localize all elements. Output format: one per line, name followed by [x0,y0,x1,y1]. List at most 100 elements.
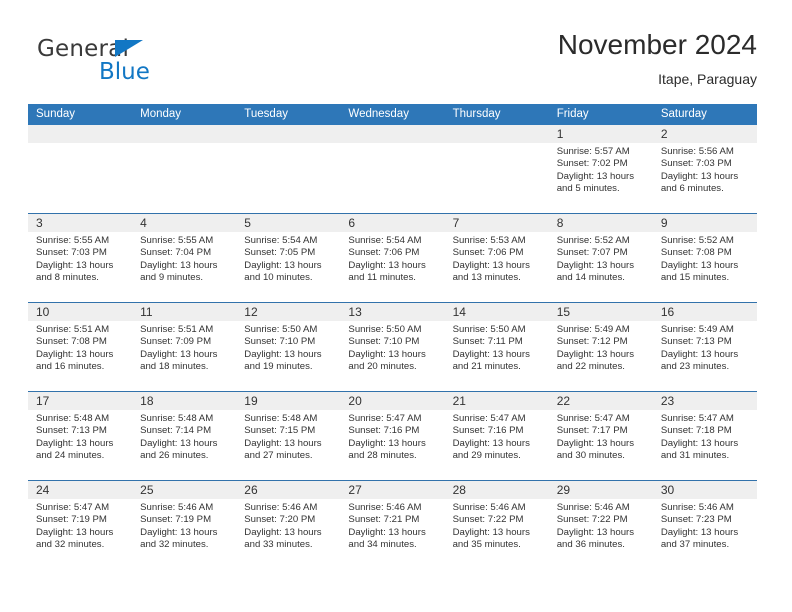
daylight-text: Daylight: 13 hours and 10 minutes. [244,259,322,284]
day-number: 20 [348,394,362,408]
day-number: 11 [140,305,153,319]
daylight-text: Daylight: 13 hours and 29 minutes. [452,437,530,462]
calendar-day-cell[interactable]: 14 Sunrise: 5:50 AM Sunset: 7:11 PM Dayligh… [444,303,549,391]
sunrise-text: Sunrise: 5:48 AM [244,413,318,424]
calendar-day-cell-empty [132,125,237,213]
calendar-day-cell[interactable]: 25 Sunrise: 5:46 AM Sunset: 7:19 PM Dayligh… [132,481,237,569]
calendar-day-cell-empty [340,125,445,213]
calendar-day-cell[interactable]: 17 Sunrise: 5:48 AM Sunset: 7:13 PM Dayligh… [28,392,133,480]
calendar-day-cell[interactable]: 4 Sunrise: 5:55 AM Sunset: 7:04 PM Daylight… [132,214,237,302]
day-number-band: 19 [236,392,341,410]
page-subtitle: Itape, Paraguay [658,71,757,87]
day-sun-info: Sunrise: 5:50 AM Sunset: 7:10 PM Daylight:… [340,321,444,374]
calendar-day-cell[interactable]: 22 Sunrise: 5:47 AM Sunset: 7:17 PM Dayligh… [548,392,653,480]
day-number-band: 24 [28,481,133,499]
daylight-text: Daylight: 13 hours and 18 minutes. [140,348,218,373]
sunrise-text: Sunrise: 5:50 AM [348,324,422,335]
day-number: 24 [36,483,50,497]
weekday-header-friday: Friday [556,108,589,120]
sunrise-text: Sunrise: 5:52 AM [660,235,734,246]
calendar-day-cell[interactable]: 18 Sunrise: 5:48 AM Sunset: 7:14 PM Dayligh… [132,392,237,480]
day-number-band: 2 [652,125,757,143]
sunset-text: Sunset: 7:13 PM [36,425,107,437]
daylight-text: Daylight: 13 hours and 15 minutes. [660,259,739,284]
day-sun-info: Sunrise: 5:57 AM Sunset: 7:02 PM Daylight:… [549,143,653,196]
calendar-day-cell[interactable]: 10 Sunrise: 5:51 AM Sunset: 7:08 PM Dayligh… [28,303,133,391]
calendar-day-cell[interactable]: 30 Sunrise: 5:46 AM Sunset: 7:23 PM Dayligh… [652,481,757,569]
calendar-day-cell[interactable]: 16 Sunrise: 5:49 AM Sunset: 7:13 PM Dayligh… [652,303,757,391]
daylight-text: Daylight: 13 hours and 28 minutes. [348,437,426,462]
day-number-band: 15 [548,303,653,321]
sunrise-text: Sunrise: 5:46 AM [452,502,526,513]
calendar-day-cell[interactable]: 24 Sunrise: 5:47 AM Sunset: 7:19 PM Dayligh… [28,481,133,569]
calendar-day-cell[interactable]: 5 Sunrise: 5:54 AM Sunset: 7:05 PM Daylight… [236,214,341,302]
day-sun-info: Sunrise: 5:46 AM Sunset: 7:20 PM Daylight:… [236,499,340,552]
calendar-day-cell[interactable]: 6 Sunrise: 5:54 AM Sunset: 7:06 PM Daylight… [340,214,445,302]
day-number: 18 [140,394,154,408]
day-number-band: 28 [444,481,549,499]
sunset-text: Sunset: 7:03 PM [660,158,732,170]
day-number-band: 21 [444,392,549,410]
sunrise-text: Sunrise: 5:52 AM [556,235,630,246]
daylight-text: Daylight: 13 hours and 21 minutes. [452,348,530,373]
day-number: 17 [36,394,50,408]
calendar-day-cell[interactable]: 12 Sunrise: 5:50 AM Sunset: 7:10 PM Dayligh… [236,303,341,391]
sunset-text: Sunset: 7:02 PM [556,158,628,170]
day-sun-info: Sunrise: 5:50 AM Sunset: 7:11 PM Daylight:… [445,321,549,374]
calendar-day-cell[interactable]: 11 Sunrise: 5:51 AM Sunset: 7:09 PM Dayligh… [132,303,237,391]
daylight-text: Daylight: 13 hours and 32 minutes. [36,526,114,551]
day-sun-info: Sunrise: 5:47 AM Sunset: 7:18 PM Daylight:… [653,410,757,463]
calendar-day-cell[interactable]: 23 Sunrise: 5:47 AM Sunset: 7:18 PM Dayligh… [652,392,757,480]
calendar-day-cell[interactable]: 7 Sunrise: 5:53 AM Sunset: 7:06 PM Daylight… [444,214,549,302]
calendar-day-cell[interactable]: 27 Sunrise: 5:46 AM Sunset: 7:21 PM Dayligh… [340,481,445,569]
sunset-text: Sunset: 7:15 PM [244,425,316,437]
calendar-day-cell[interactable]: 1 Sunrise: 5:57 AM Sunset: 7:02 PM Daylight… [548,125,653,213]
day-number: 25 [140,483,154,497]
calendar-day-cell[interactable]: 3 Sunrise: 5:55 AM Sunset: 7:03 PM Daylight… [28,214,133,302]
daylight-text: Daylight: 13 hours and 5 minutes. [556,170,635,195]
calendar-day-cell[interactable]: 20 Sunrise: 5:47 AM Sunset: 7:16 PM Dayligh… [340,392,445,480]
calendar-day-cell[interactable]: 15 Sunrise: 5:49 AM Sunset: 7:12 PM Dayligh… [548,303,653,391]
sunrise-text: Sunrise: 5:46 AM [660,502,734,513]
calendar-day-cell[interactable]: 28 Sunrise: 5:46 AM Sunset: 7:22 PM Dayligh… [444,481,549,569]
calendar-day-cell[interactable]: 13 Sunrise: 5:50 AM Sunset: 7:10 PM Dayligh… [340,303,445,391]
sunset-text: Sunset: 7:17 PM [556,425,628,437]
day-number: 1 [556,127,564,141]
sunrise-text: Sunrise: 5:55 AM [36,235,110,246]
day-number-band: 29 [548,481,653,499]
sunrise-text: Sunrise: 5:46 AM [140,502,214,513]
daylight-text: Daylight: 13 hours and 23 minutes. [660,348,739,373]
daylight-text: Daylight: 13 hours and 11 minutes. [348,259,426,284]
sunset-text: Sunset: 7:23 PM [660,514,732,526]
sunrise-text: Sunrise: 5:49 AM [556,324,630,335]
day-number-band: 20 [340,392,445,410]
title-block: November 2024 Itape, Paraguay [558,28,757,89]
calendar-day-cell[interactable]: 2 Sunrise: 5:56 AM Sunset: 7:03 PM Daylight… [652,125,757,213]
day-number: 28 [452,483,466,497]
calendar-day-cell[interactable]: 9 Sunrise: 5:52 AM Sunset: 7:08 PM Daylight… [652,214,757,302]
daylight-text: Daylight: 13 hours and 9 minutes. [140,259,218,284]
calendar-day-cell[interactable]: 21 Sunrise: 5:47 AM Sunset: 7:16 PM Dayligh… [444,392,549,480]
day-sun-info: Sunrise: 5:55 AM Sunset: 7:03 PM Daylight:… [28,232,132,285]
day-number-band: 14 [444,303,549,321]
sunset-text: Sunset: 7:06 PM [348,247,420,259]
general-blue-logo[interactable]: General Blue [37,36,237,92]
day-sun-info: Sunrise: 5:54 AM Sunset: 7:05 PM Daylight:… [236,232,340,285]
calendar-day-cell[interactable]: 8 Sunrise: 5:52 AM Sunset: 7:07 PM Daylight… [548,214,653,302]
daylight-text: Daylight: 13 hours and 31 minutes. [660,437,739,462]
daylight-text: Daylight: 13 hours and 26 minutes. [140,437,218,462]
sunrise-text: Sunrise: 5:48 AM [140,413,214,424]
day-number: 2 [660,127,668,141]
calendar-day-cell[interactable]: 19 Sunrise: 5:48 AM Sunset: 7:15 PM Dayligh… [236,392,341,480]
day-sun-info: Sunrise: 5:47 AM Sunset: 7:19 PM Daylight:… [28,499,132,552]
sunrise-text: Sunrise: 5:50 AM [244,324,318,335]
calendar-day-cell[interactable]: 26 Sunrise: 5:46 AM Sunset: 7:20 PM Dayligh… [236,481,341,569]
page-header: General Blue November 2024 Itape, Paragu… [28,28,757,98]
calendar-week-row: 24 Sunrise: 5:47 AM Sunset: 7:19 PM Dayligh… [28,480,757,569]
day-number: 10 [36,305,50,319]
sunset-text: Sunset: 7:20 PM [244,514,316,526]
daylight-text: Daylight: 13 hours and 24 minutes. [36,437,114,462]
sunset-text: Sunset: 7:10 PM [348,336,420,348]
calendar-day-cell[interactable]: 29 Sunrise: 5:46 AM Sunset: 7:22 PM Dayligh… [548,481,653,569]
day-sun-info: Sunrise: 5:46 AM Sunset: 7:22 PM Daylight:… [549,499,653,552]
